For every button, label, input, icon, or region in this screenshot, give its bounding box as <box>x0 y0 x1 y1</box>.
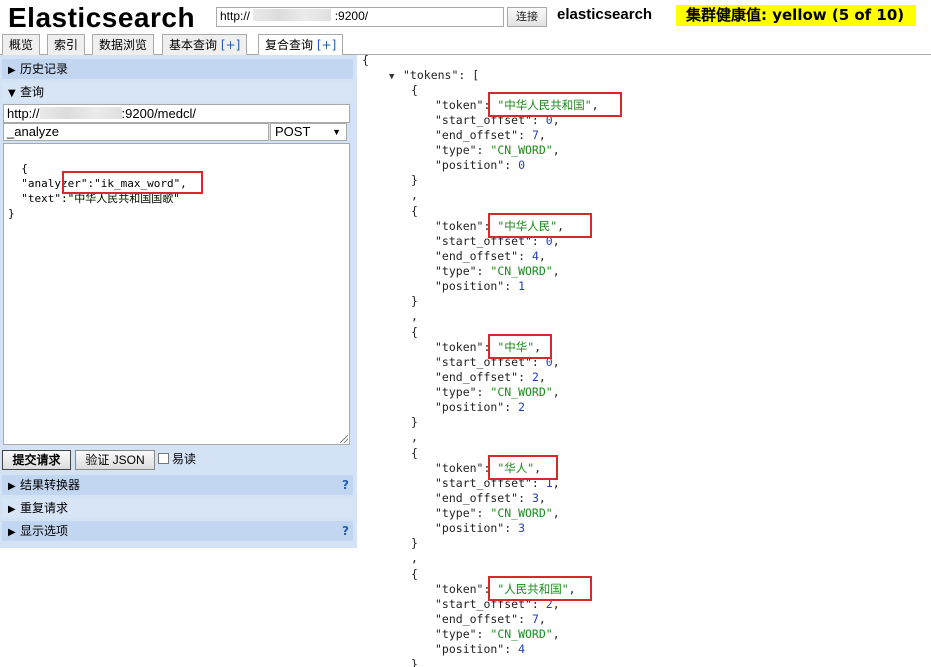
json-object-close: } <box>411 173 418 187</box>
json-object-close: } <box>411 415 418 429</box>
chevron-down-icon: ▼ <box>332 127 341 137</box>
tab-basic-query-add[interactable]: [+] <box>221 38 240 52</box>
query-url-input[interactable]: http://:9200/medcl/ <box>3 104 350 123</box>
json-position-line: "position": 4 <box>435 642 526 656</box>
tab-indices[interactable]: 索引 <box>47 34 86 55</box>
redacted-host <box>253 9 332 21</box>
cluster-health-badge: 集群健康值: yellow (5 of 10) <box>676 5 917 26</box>
readable-checkbox[interactable] <box>158 453 169 464</box>
json-object-close: } <box>411 657 418 667</box>
json-comma: , <box>411 430 418 444</box>
redacted-host <box>39 107 122 119</box>
json-type-line: "type": "CN_WORD", <box>435 143 560 157</box>
token-highlight-box <box>488 334 552 359</box>
json-object-open: { <box>411 325 418 339</box>
cluster-name: elasticsearch <box>557 6 653 23</box>
json-comma: , <box>411 188 418 202</box>
submit-request-button[interactable]: 提交请求 <box>2 450 71 470</box>
readable-toggle[interactable]: 易读 <box>158 452 196 466</box>
query-section-header[interactable]: ▼ 查询 <box>2 82 353 102</box>
cluster-url-input[interactable]: http:// :9200/ <box>216 7 504 27</box>
caret-right-icon: ▶ <box>8 527 16 538</box>
tab-compound-query[interactable]: 复合查询 [+] <box>258 34 344 56</box>
json-object-open: { <box>411 204 418 218</box>
tab-basic-query[interactable]: 基本查询 [+] <box>162 34 248 55</box>
caret-right-icon: ▶ <box>8 504 16 515</box>
json-object-close: } <box>411 536 418 550</box>
caret-right-icon: ▶ <box>8 481 16 492</box>
validate-json-button[interactable]: 验证 JSON <box>75 450 155 470</box>
help-icon[interactable]: ? <box>342 521 349 541</box>
json-tokens-key: "tokens": [ <box>403 68 480 82</box>
json-end-offset-line: "end_offset": 3, <box>435 491 546 505</box>
json-position-line: "position": 2 <box>435 400 526 414</box>
json-type-line: "type": "CN_WORD", <box>435 264 560 278</box>
json-end-offset-line: "end_offset": 4, <box>435 249 546 263</box>
resize-grip-icon[interactable] <box>340 435 348 443</box>
token-highlight-box <box>488 576 592 601</box>
json-type-line: "type": "CN_WORD", <box>435 506 560 520</box>
json-open-brace: { <box>362 53 369 67</box>
tab-compound-query-add[interactable]: [+] <box>317 38 336 52</box>
json-object-open: { <box>411 83 418 97</box>
json-result-viewer: { ▼ "tokens": [ {"token": "中华人民共和国", "sta… <box>357 52 931 667</box>
query-path-input[interactable]: _analyze <box>3 123 269 141</box>
connect-button[interactable]: 连接 <box>507 7 547 27</box>
token-highlight-box <box>488 213 592 238</box>
json-type-line: "type": "CN_WORD", <box>435 385 560 399</box>
repeat-request-header[interactable]: ▶ 重复请求 <box>2 498 353 518</box>
json-object-close: } <box>411 294 418 308</box>
history-section-header[interactable]: ▶ 历史记录 <box>2 59 353 79</box>
display-options-header[interactable]: ▶ 显示选项 ? <box>2 521 353 541</box>
token-highlight-box <box>488 455 558 480</box>
json-comma: , <box>411 551 418 565</box>
cluster-url-port: :9200/ <box>334 9 369 23</box>
json-end-offset-line: "end_offset": 7, <box>435 612 546 626</box>
http-method-select[interactable]: POST ▼ <box>270 123 347 141</box>
json-end-offset-line: "end_offset": 7, <box>435 128 546 142</box>
json-object-open: { <box>411 567 418 581</box>
json-end-offset-line: "end_offset": 2, <box>435 370 546 384</box>
json-type-line: "type": "CN_WORD", <box>435 627 560 641</box>
collapse-triangle-icon[interactable]: ▼ <box>389 72 394 82</box>
caret-down-icon: ▼ <box>8 88 16 99</box>
token-highlight-box <box>488 92 622 117</box>
tab-overview[interactable]: 概览 <box>2 34 41 55</box>
caret-right-icon: ▶ <box>8 65 16 76</box>
app-title: Elasticsearch <box>8 2 196 33</box>
json-position-line: "position": 1 <box>435 279 526 293</box>
json-comma: , <box>411 309 418 323</box>
cluster-url-prefix: http:// <box>220 9 251 23</box>
tab-browser[interactable]: 数据浏览 <box>92 34 155 55</box>
json-object-open: { <box>411 446 418 460</box>
json-position-line: "position": 3 <box>435 521 526 535</box>
json-position-line: "position": 0 <box>435 158 526 172</box>
highlight-box <box>62 171 203 194</box>
result-transformer-header[interactable]: ▶ 结果转换器 ? <box>2 475 353 495</box>
help-icon[interactable]: ? <box>342 475 349 495</box>
